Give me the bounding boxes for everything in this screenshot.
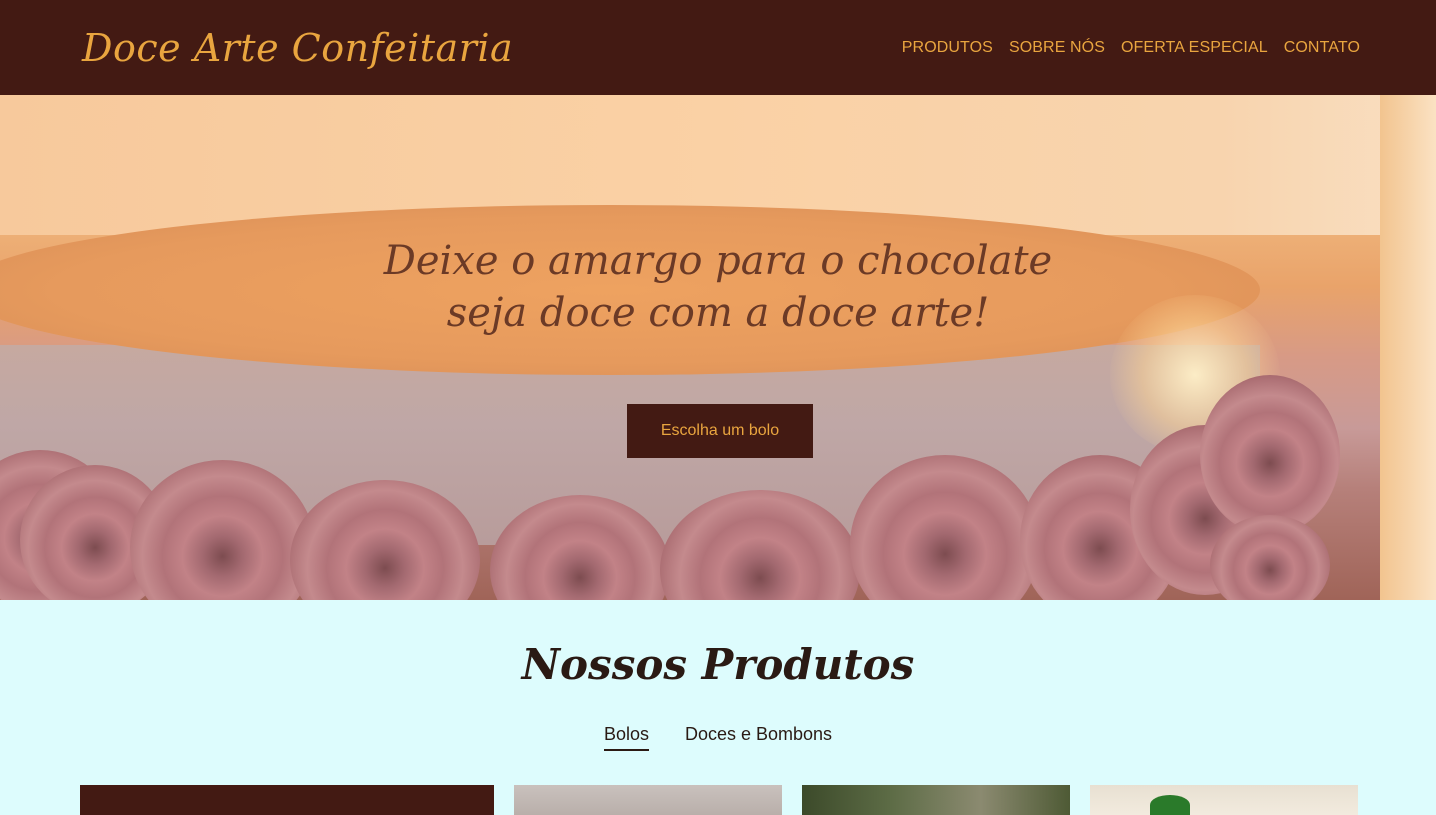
hero-right-wall (1380, 95, 1436, 600)
product-tabs: Bolos Doces e Bombons (0, 724, 1436, 751)
frosting-rose (1200, 375, 1340, 535)
site-header: Doce Arte Confeitaria PRODUTOS SOBRE NÓS… (0, 0, 1436, 95)
hero-headline-line2: seja doce com a doce arte! (446, 290, 990, 336)
leaf-decoration (1150, 795, 1190, 815)
product-card[interactable] (80, 785, 494, 815)
products-section: Nossos Produtos Bolos Doces e Bombons (0, 600, 1436, 815)
hero-headline: Deixe o amargo para o chocolate seja doc… (0, 235, 1436, 339)
product-card[interactable] (514, 785, 782, 815)
tab-doces-e-bombons[interactable]: Doces e Bombons (685, 724, 832, 751)
nav-sobre-nos[interactable]: SOBRE NÓS (1009, 39, 1105, 57)
product-card[interactable] (802, 785, 1070, 815)
tab-bolos[interactable]: Bolos (603, 724, 649, 751)
main-nav: PRODUTOS SOBRE NÓS OFERTA ESPECIAL CONTA… (902, 39, 1360, 57)
products-title: Nossos Produtos (521, 640, 915, 689)
site-logo[interactable]: Doce Arte Confeitaria (82, 26, 513, 70)
frosting-rose (1210, 515, 1330, 600)
choose-cake-button[interactable]: Escolha um bolo (627, 404, 813, 458)
nav-contato[interactable]: CONTATO (1284, 39, 1360, 57)
nav-oferta-especial[interactable]: OFERTA ESPECIAL (1121, 39, 1268, 57)
hero-banner: Deixe o amargo para o chocolate seja doc… (0, 95, 1436, 600)
hero-headline-line1: Deixe o amargo para o chocolate (383, 238, 1053, 284)
product-card[interactable] (1090, 785, 1358, 815)
nav-produtos[interactable]: PRODUTOS (902, 39, 993, 57)
